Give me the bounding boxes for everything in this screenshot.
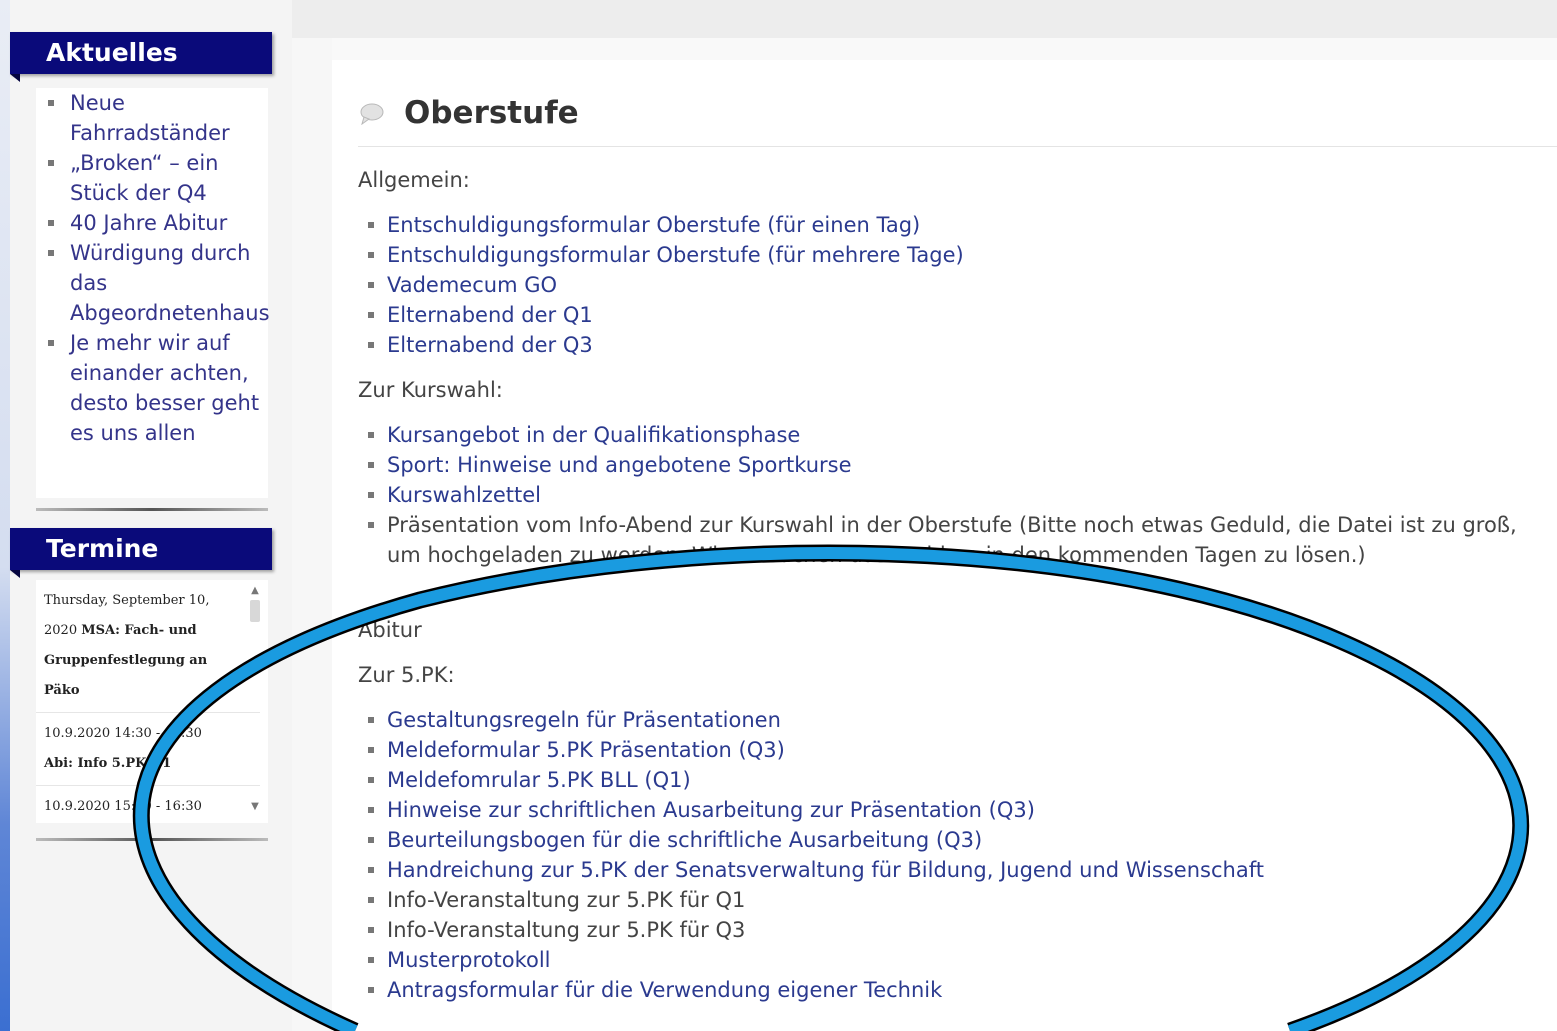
plain-item: Info-Veranstaltung zur 5.PK für Q3 <box>358 915 1264 945</box>
document-link[interactable]: Musterprotokoll <box>358 945 1264 975</box>
allgemein-list: Entschuldigungsformular Oberstufe (für e… <box>358 210 964 360</box>
scroll-thumb[interactable] <box>250 600 260 622</box>
document-link[interactable]: Entschuldigungsformular Oberstufe (für m… <box>358 240 964 270</box>
document-link[interactable]: Handreichung zur 5.PK der Senatsverwaltu… <box>358 855 1264 885</box>
aktuelles-list: Neue Fahrradständer „Broken“ – ein Stück… <box>36 88 270 448</box>
document-link[interactable]: Gestaltungsregeln für Präsentationen <box>358 705 1264 735</box>
event-date: 10.9.2020 15:30 - 16:30 <box>44 799 202 814</box>
document-link[interactable]: Hinweise zur schriftlichen Ausarbeitung … <box>358 795 1264 825</box>
aktuelles-divider <box>36 508 268 511</box>
aktuelles-header: Aktuelles <box>10 32 272 82</box>
termine-list[interactable]: Thursday, September 10, 2020 MSA: Fach- … <box>36 580 268 823</box>
aktuelles-item[interactable]: Je mehr wir auf einander achten, desto b… <box>36 328 268 448</box>
aktuelles-title: Aktuelles <box>46 38 178 67</box>
document-link[interactable]: Sport: Hinweise und angebotene Sportkurs… <box>358 450 1547 480</box>
aktuelles-item[interactable]: Würdigung durch das Abgeordnetenhaus <box>36 238 270 328</box>
aktuelles-item[interactable]: Neue Fahrradständer <box>36 88 268 148</box>
section-label-5pk: Zur 5.PK: <box>358 663 455 687</box>
section-label-kurswahl: Zur Kurswahl: <box>358 378 503 402</box>
termine-event[interactable]: 10.9.2020 14:30 - 15:30 Abi: Info 5.PK Q… <box>36 713 260 786</box>
top-bar <box>292 0 1557 39</box>
page-title: Oberstufe <box>404 95 579 131</box>
scroll-down-icon[interactable]: ▼ <box>248 800 262 814</box>
document-link[interactable]: Meldefomrular 5.PK BLL (Q1) <box>358 765 1264 795</box>
termine-divider <box>36 838 268 841</box>
document-link[interactable]: Meldeformular 5.PK Präsentation (Q3) <box>358 735 1264 765</box>
termine-title: Termine <box>46 534 159 563</box>
speech-bubble-icon <box>360 103 384 125</box>
document-link[interactable]: Kurswahlzettel <box>358 480 1547 510</box>
section-label-allgemein: Allgemein: <box>358 168 470 192</box>
content-top-gutter <box>332 38 1557 60</box>
pk5-list: Gestaltungsregeln für Präsentationen Mel… <box>358 705 1264 1005</box>
aktuelles-item[interactable]: 40 Jahre Abitur <box>36 208 268 238</box>
section-label-abitur: Abitur <box>358 618 422 642</box>
termine-scrollbar[interactable]: ▲ ▼ <box>248 584 262 814</box>
document-link[interactable]: Elternabend der Q3 <box>358 330 964 360</box>
document-link[interactable]: Beurteilungsbogen für die schriftliche A… <box>358 825 1264 855</box>
aktuelles-box: Neue Fahrradständer „Broken“ – ein Stück… <box>36 88 270 498</box>
aktuelles-item[interactable]: „Broken“ – ein Stück der Q4 <box>36 148 268 208</box>
window-left-edge <box>0 0 10 1031</box>
termine-header: Termine <box>10 528 272 578</box>
content-gutter <box>292 38 332 1031</box>
scroll-up-icon[interactable]: ▲ <box>248 584 262 598</box>
document-link[interactable]: Vademecum GO <box>358 270 964 300</box>
title-divider <box>358 146 1557 147</box>
kurswahl-list: Kursangebot in der Qualifikationsphase S… <box>358 420 1547 570</box>
event-title: Abi: Info 5.PK Q1 <box>44 756 172 771</box>
termine-event[interactable]: 10.9.2020 15:30 - 16:30 <box>36 786 260 823</box>
termine-event[interactable]: Thursday, September 10, 2020 MSA: Fach- … <box>36 580 260 713</box>
document-link[interactable]: Entschuldigungsformular Oberstufe (für e… <box>358 210 964 240</box>
document-link[interactable]: Elternabend der Q1 <box>358 300 964 330</box>
document-link[interactable]: Kursangebot in der Qualifikationsphase <box>358 420 1547 450</box>
info-text-item: Präsentation vom Info-Abend zur Kurswahl… <box>358 510 1547 570</box>
plain-item: Info-Veranstaltung zur 5.PK für Q1 <box>358 885 1264 915</box>
event-date: 10.9.2020 14:30 - 15:30 <box>44 726 202 741</box>
document-link[interactable]: Antragsformular für die Verwendung eigen… <box>358 975 1264 1005</box>
